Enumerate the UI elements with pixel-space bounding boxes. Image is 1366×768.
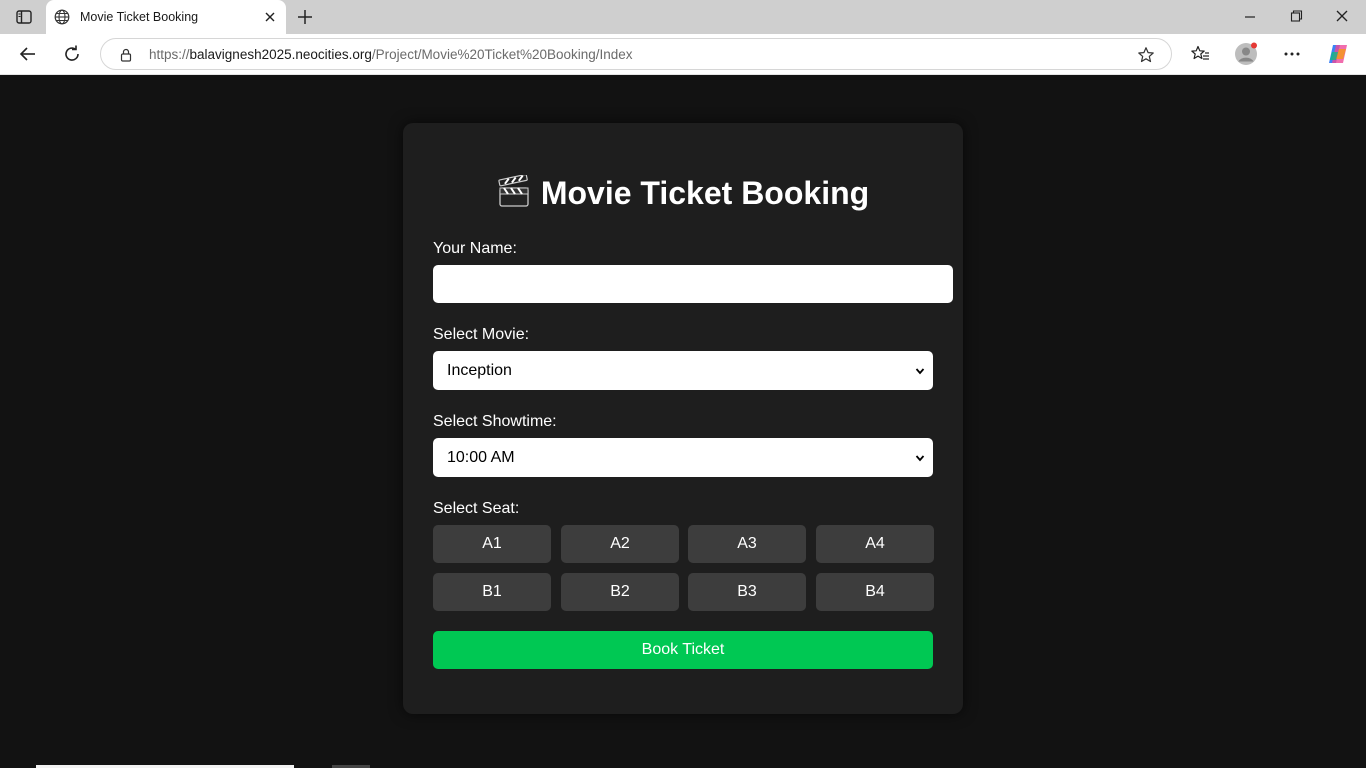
close-icon[interactable] (262, 9, 278, 25)
showtime-select-value: 10:00 AM (447, 449, 515, 466)
star-icon[interactable] (1137, 46, 1155, 64)
browser-tab-bar: Movie Ticket Booking (0, 0, 1366, 34)
globe-icon (54, 9, 70, 25)
book-ticket-button[interactable]: Book Ticket (433, 631, 933, 669)
seat-button-a1[interactable]: A1 (433, 525, 551, 563)
page-title: Movie Ticket Booking (403, 175, 963, 212)
more-icon[interactable] (1280, 42, 1304, 66)
name-input[interactable] (433, 265, 953, 303)
url-scheme: https:// (149, 47, 190, 62)
showtime-label: Select Showtime: (433, 413, 557, 430)
plus-icon[interactable] (294, 6, 316, 28)
movie-select[interactable]: Inception (433, 351, 933, 390)
movie-label: Select Movie: (433, 326, 530, 343)
url-host: balavignesh2025.neocities.org (189, 47, 372, 62)
seat-button-b4[interactable]: B4 (816, 573, 934, 611)
page-body: Movie Ticket Booking Your Name: Select M… (0, 75, 1366, 768)
showtime-select[interactable]: 10:00 AM (433, 438, 933, 477)
seat-label: Select Seat: (433, 500, 520, 517)
chevron-down-icon (915, 455, 925, 462)
lock-icon[interactable] (118, 47, 134, 63)
address-bar[interactable]: https://balavignesh2025.neocities.org/Pr… (100, 38, 1172, 70)
copilot-icon[interactable] (1326, 42, 1350, 66)
window-close-icon[interactable] (1330, 6, 1354, 28)
browser-toolbar: https://balavignesh2025.neocities.org/Pr… (0, 34, 1366, 75)
movie-select-value: Inception (447, 362, 512, 379)
minimize-icon[interactable] (1238, 6, 1262, 28)
seat-button-a2[interactable]: A2 (561, 525, 679, 563)
profile-icon[interactable] (1234, 42, 1258, 66)
seat-button-a3[interactable]: A3 (688, 525, 806, 563)
favorites-icon[interactable] (1188, 42, 1212, 66)
chevron-down-icon (915, 368, 925, 375)
browser-tab[interactable]: Movie Ticket Booking (46, 0, 286, 34)
restore-icon[interactable] (1284, 6, 1308, 28)
seat-button-b1[interactable]: B1 (433, 573, 551, 611)
url-path: /Project/Movie%20Ticket%20Booking/Index (371, 47, 633, 62)
tab-title: Movie Ticket Booking (80, 10, 199, 24)
clapperboard-icon (498, 175, 529, 207)
tab-sidebar-icon[interactable] (10, 6, 38, 28)
seat-button-a4[interactable]: A4 (816, 525, 934, 563)
seat-button-b2[interactable]: B2 (561, 573, 679, 611)
url-text[interactable]: https://balavignesh2025.neocities.org/Pr… (149, 47, 633, 62)
back-icon[interactable] (17, 43, 39, 65)
page-title-text: Movie Ticket Booking (540, 175, 870, 211)
booking-card: Movie Ticket Booking Your Name: Select M… (403, 123, 963, 714)
reload-icon[interactable] (61, 43, 83, 65)
name-label: Your Name: (433, 240, 517, 257)
seat-button-b3[interactable]: B3 (688, 573, 806, 611)
